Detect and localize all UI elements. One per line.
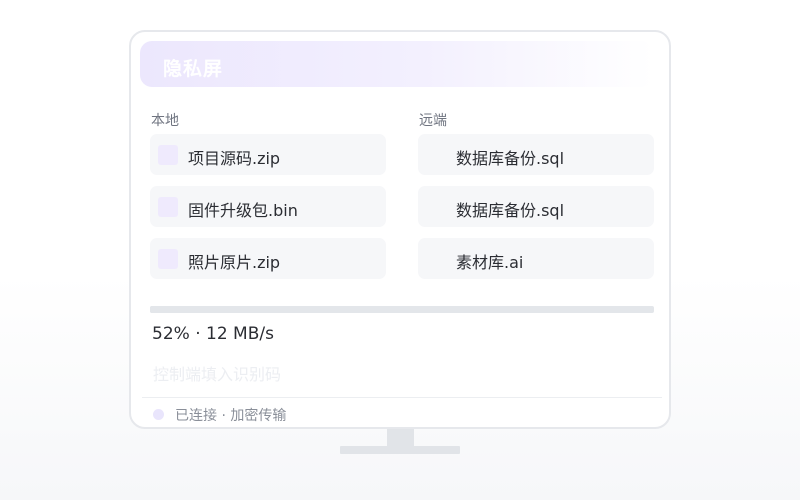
remote-file-name: 数据库备份.sql bbox=[456, 201, 565, 220]
monitor-stand-neck bbox=[387, 429, 414, 446]
remote-file-item[interactable]: 素材库.ai bbox=[418, 238, 654, 279]
remote-file-name: 素材库.ai bbox=[456, 253, 524, 272]
connection-status: 已连接 · 加密传输 bbox=[175, 408, 287, 424]
progress-bar bbox=[150, 306, 654, 313]
local-file-name: 照片原片.zip bbox=[188, 253, 281, 272]
divider bbox=[142, 397, 662, 398]
local-file-name: 项目源码.zip bbox=[188, 149, 281, 168]
file-icon bbox=[158, 197, 178, 217]
title-bar: 隐私屏 bbox=[140, 41, 654, 87]
file-icon bbox=[158, 145, 178, 165]
remote-file-name: 数据库备份.sql bbox=[456, 149, 565, 168]
local-column-label: 本地 bbox=[151, 113, 179, 129]
local-file-item[interactable]: 固件升级包.bin bbox=[150, 186, 386, 227]
remote-file-item[interactable]: 数据库备份.sql bbox=[418, 134, 654, 175]
transfer-status: 52% · 12 MB/s bbox=[152, 324, 274, 344]
progress-fill bbox=[150, 306, 413, 313]
app-title: 隐私屏 bbox=[163, 58, 224, 80]
local-file-name: 固件升级包.bin bbox=[188, 201, 298, 220]
monitor-stand-base bbox=[340, 446, 460, 454]
remote-column-label: 远端 bbox=[419, 113, 447, 129]
status-dot-icon bbox=[153, 409, 164, 420]
local-file-item[interactable]: 照片原片.zip bbox=[150, 238, 386, 279]
local-file-item[interactable]: 项目源码.zip bbox=[150, 134, 386, 175]
remote-file-item[interactable]: 数据库备份.sql bbox=[418, 186, 654, 227]
file-icon bbox=[158, 249, 178, 269]
monitor-screen: 隐私屏 本地 远端 项目源码.zip 固件升级包.bin 照片原片.zip 数据… bbox=[129, 30, 671, 429]
identification-code-input[interactable] bbox=[153, 362, 453, 386]
